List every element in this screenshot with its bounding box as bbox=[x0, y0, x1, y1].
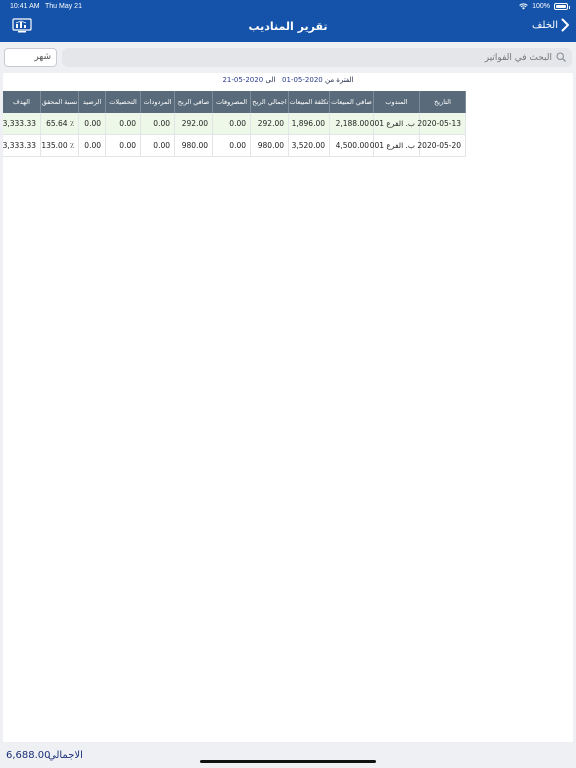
cell-balance: 0.00 bbox=[79, 135, 106, 156]
cell-returns: 0.00 bbox=[141, 113, 175, 134]
month-field[interactable]: شهر bbox=[4, 48, 57, 67]
cell-achieved-pct: 135.00 ٪ bbox=[41, 135, 79, 156]
battery-icon bbox=[554, 3, 570, 10]
page-title: تقرير المناديب bbox=[248, 20, 328, 33]
cell-collections: 0.00 bbox=[106, 113, 141, 134]
top-nav-bar: 10:41 AM Thu May 21 100% تقرير المناديب … bbox=[0, 0, 576, 42]
header-rep[interactable]: المندوب bbox=[374, 91, 420, 113]
period-to-label: الى bbox=[265, 76, 276, 84]
header-sales-cost[interactable]: تكلفة المبيعات bbox=[289, 91, 330, 113]
period-line: الفترة من 2020-05-01 الى 2020-05-21 bbox=[3, 76, 573, 84]
status-date: Thu May 21 bbox=[45, 3, 82, 10]
cell-rep: 001 ب. الفرع bbox=[370, 135, 420, 156]
cell-achieved-pct: 65.64 ٪ bbox=[41, 113, 79, 134]
wifi-icon bbox=[519, 3, 528, 10]
cell-target: 3,333.33 bbox=[3, 135, 41, 156]
total-label: الاجمالي bbox=[48, 750, 83, 761]
cell-target: 3,333.33 bbox=[3, 113, 41, 134]
header-date[interactable]: التاريخ bbox=[420, 91, 466, 113]
report-panel: الفترة من 2020-05-01 الى 2020-05-21 الهد… bbox=[3, 73, 573, 742]
header-net-sales[interactable]: صافي المبيعات bbox=[330, 91, 374, 113]
cell-net-profit: 980.00 bbox=[175, 135, 213, 156]
header-balance[interactable]: الرصيد bbox=[79, 91, 106, 113]
period-from-label: الفترة من bbox=[324, 76, 354, 84]
back-button[interactable]: الخلف bbox=[532, 18, 570, 32]
status-time: 10:41 AM bbox=[10, 3, 40, 10]
search-bar[interactable] bbox=[62, 48, 572, 67]
cell-expenses: 0.00 bbox=[213, 113, 251, 134]
footer-total: 6,688.00 الاجمالي bbox=[0, 744, 576, 768]
cell-total-profit: 980.00 bbox=[251, 135, 289, 156]
search-row: شهر bbox=[0, 46, 576, 70]
cell-collections: 0.00 bbox=[106, 135, 141, 156]
table-row[interactable]: 3,333.33 65.64 ٪ 0.00 0.00 0.00 292.00 0… bbox=[3, 113, 466, 135]
header-net-profit[interactable]: صافي الربح bbox=[175, 91, 213, 113]
header-achieved-pct[interactable]: نسبة المحقق bbox=[41, 91, 79, 113]
header-expenses[interactable]: المصروفات bbox=[213, 91, 251, 113]
period-to-date: 2020-05-21 bbox=[222, 76, 264, 84]
cell-total-profit: 292.00 bbox=[251, 113, 289, 134]
cell-sales-cost: 3,520.00 bbox=[289, 135, 330, 156]
status-bar: 10:41 AM Thu May 21 100% bbox=[0, 1, 576, 13]
search-icon bbox=[556, 52, 566, 62]
reps-report-table: الهدف نسبة المحقق الرصيد التحصيلات المرد… bbox=[3, 91, 466, 157]
header-collections[interactable]: التحصيلات bbox=[106, 91, 141, 113]
cell-returns: 0.00 bbox=[141, 135, 175, 156]
cell-date: 2020-05-13 bbox=[417, 113, 466, 134]
header-target[interactable]: الهدف bbox=[3, 91, 41, 113]
cell-expenses: 0.00 bbox=[213, 135, 251, 156]
cell-net-profit: 292.00 bbox=[175, 113, 213, 134]
total-value: 6,688.00 bbox=[6, 750, 51, 761]
cell-rep: 001 ب. الفرع bbox=[370, 113, 420, 134]
cell-balance: 0.00 bbox=[79, 113, 106, 134]
table-header: الهدف نسبة المحقق الرصيد التحصيلات المرد… bbox=[3, 91, 466, 113]
back-label: الخلف bbox=[532, 19, 558, 31]
cell-net-sales: 4,500.00 bbox=[330, 135, 374, 156]
cell-sales-cost: 1,896.00 bbox=[289, 113, 330, 134]
table-row[interactable]: 3,333.33 135.00 ٪ 0.00 0.00 0.00 980.00 … bbox=[3, 135, 466, 157]
status-right: 100% bbox=[519, 3, 570, 10]
cell-date: 2020-05-20 bbox=[417, 135, 466, 156]
search-input[interactable] bbox=[82, 48, 552, 67]
chevron-right-icon bbox=[561, 18, 569, 32]
header-returns[interactable]: المردودات bbox=[141, 91, 175, 113]
nav-row: تقرير المناديب الخلف bbox=[0, 14, 576, 40]
cell-net-sales: 2,188.00 bbox=[330, 113, 374, 134]
header-total-profit[interactable]: اجمالي الربح bbox=[251, 91, 289, 113]
home-indicator[interactable] bbox=[200, 760, 376, 763]
period-from-date: 2020-05-01 bbox=[282, 76, 323, 84]
battery-percent: 100% bbox=[532, 3, 550, 10]
month-value: شهر bbox=[34, 52, 51, 62]
